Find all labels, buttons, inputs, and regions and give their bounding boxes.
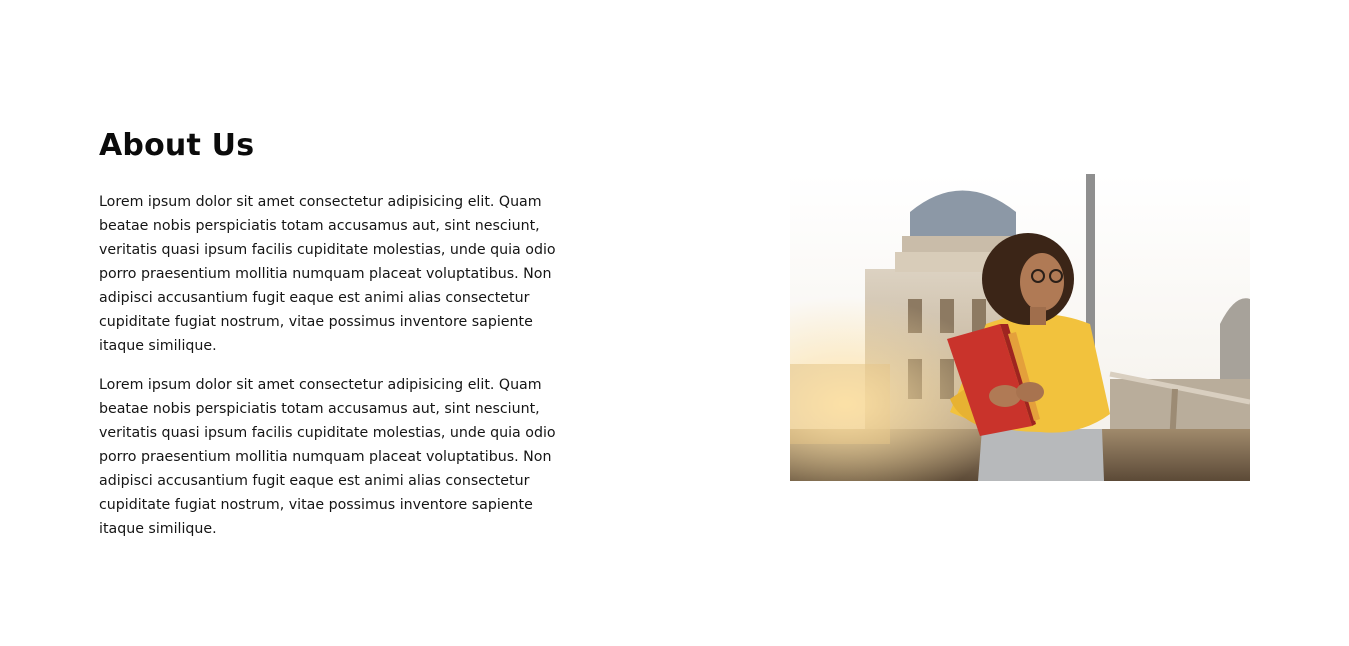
about-section: About Us Lorem ipsum dolor sit amet cons… [99,124,569,556]
student-photo [790,174,1250,481]
about-heading: About Us [99,128,255,163]
about-paragraph-2: Lorem ipsum dolor sit amet consectetur a… [99,377,556,537]
about-paragraph-1: Lorem ipsum dolor sit amet consectetur a… [99,194,556,354]
